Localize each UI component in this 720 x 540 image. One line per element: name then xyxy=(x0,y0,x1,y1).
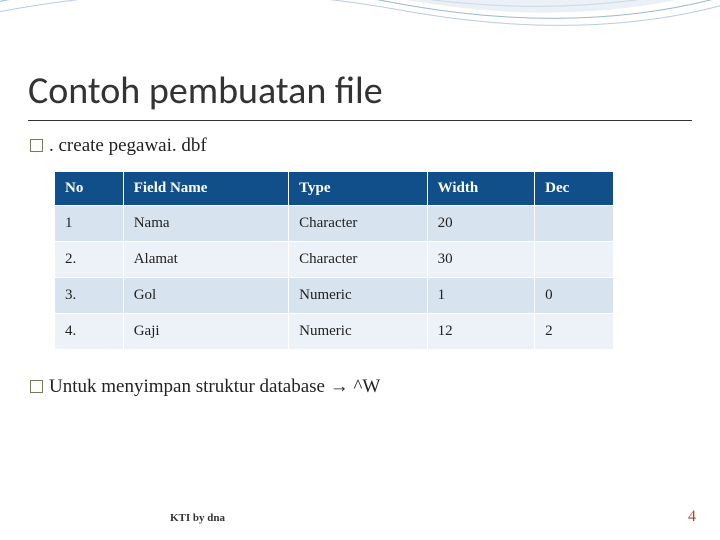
footer-credit: KTI by dna xyxy=(170,512,225,524)
title-divider xyxy=(28,120,692,121)
table-row: 3. Gol Numeric 1 0 xyxy=(55,278,614,314)
cell-field: Alamat xyxy=(123,242,288,278)
cell-width: 20 xyxy=(427,206,535,242)
cell-no: 2. xyxy=(55,242,124,278)
arrow-icon: → xyxy=(330,376,349,397)
cell-type: Numeric xyxy=(289,314,427,350)
bullet-icon xyxy=(30,139,43,152)
table-row: 1 Nama Character 20 xyxy=(55,206,614,242)
cell-dec: 0 xyxy=(535,278,614,314)
cell-type: Character xyxy=(289,206,427,242)
cell-no: 3. xyxy=(55,278,124,314)
cell-width: 12 xyxy=(427,314,535,350)
col-type: Type xyxy=(289,172,427,206)
cell-type: Numeric xyxy=(289,278,427,314)
save-note: Untuk menyimpan struktur database → ^W xyxy=(0,350,720,398)
cell-no: 4. xyxy=(55,314,124,350)
note-text-suffix: ^W xyxy=(349,376,381,397)
cell-field: Nama xyxy=(123,206,288,242)
page-number: 4 xyxy=(688,508,696,526)
cell-dec xyxy=(535,242,614,278)
bullet-icon xyxy=(30,380,43,393)
slide-title: Contoh pembuatan file xyxy=(0,0,720,120)
col-field: Field Name xyxy=(123,172,288,206)
table-row: 4. Gaji Numeric 12 2 xyxy=(55,314,614,350)
cell-dec: 2 xyxy=(535,314,614,350)
col-dec: Dec xyxy=(535,172,614,206)
cell-no: 1 xyxy=(55,206,124,242)
col-width: Width xyxy=(427,172,535,206)
cell-dec xyxy=(535,206,614,242)
table-row: 2. Alamat Character 30 xyxy=(55,242,614,278)
note-text-prefix: Untuk menyimpan struktur database xyxy=(49,376,330,397)
command-text: . create pegawai. dbf xyxy=(49,135,207,156)
field-structure-table: No Field Name Type Width Dec 1 Nama Char… xyxy=(54,171,614,350)
cell-type: Character xyxy=(289,242,427,278)
col-no: No xyxy=(55,172,124,206)
cell-width: 30 xyxy=(427,242,535,278)
command-line: . create pegawai. dbf xyxy=(0,131,720,171)
cell-field: Gaji xyxy=(123,314,288,350)
cell-width: 1 xyxy=(427,278,535,314)
table-header-row: No Field Name Type Width Dec xyxy=(55,172,614,206)
cell-field: Gol xyxy=(123,278,288,314)
